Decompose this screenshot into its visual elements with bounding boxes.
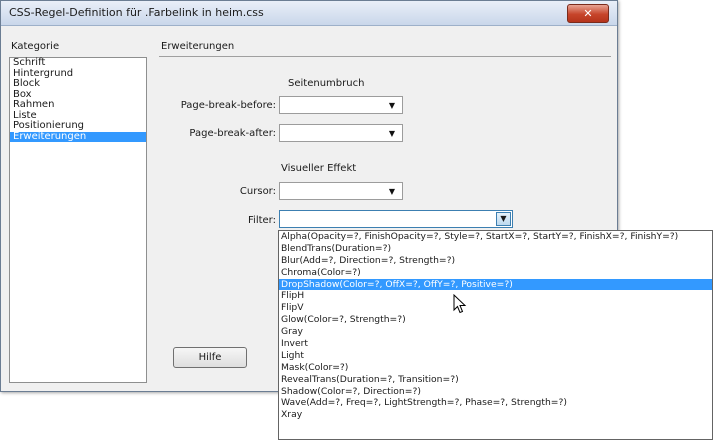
- category-heading: Kategorie: [11, 41, 60, 52]
- filter-option[interactable]: Alpha(Opacity=?, FinishOpacity=?, Style=…: [279, 231, 712, 243]
- close-button[interactable]: ✕: [567, 4, 609, 23]
- help-label: Hilfe: [198, 352, 222, 363]
- category-item-positionierung[interactable]: Positionierung: [10, 120, 146, 132]
- page-break-before-label: Page-break-before:: [180, 100, 276, 111]
- filter-label: Filter:: [248, 215, 276, 226]
- page-break-before-select[interactable]: ▼: [279, 96, 403, 114]
- filter-option[interactable]: Blur(Add=?, Direction=?, Strength=?): [279, 255, 712, 267]
- title-bar: CSS-Regel-Definition für .Farbelink in h…: [1, 1, 617, 26]
- page-break-after-label: Page-break-after:: [189, 128, 276, 139]
- filter-option[interactable]: Light: [279, 350, 712, 362]
- close-icon: ✕: [583, 7, 593, 20]
- filter-option[interactable]: Shadow(Color=?, Direction=?): [279, 386, 712, 398]
- filter-option[interactable]: FlipH: [279, 290, 712, 302]
- section-divider: [159, 56, 611, 57]
- filter-option[interactable]: Glow(Color=?, Strength=?): [279, 314, 712, 326]
- filter-option[interactable]: FlipV: [279, 302, 712, 314]
- chevron-down-icon: ▼: [388, 129, 395, 138]
- page-break-after-select[interactable]: ▼: [279, 124, 403, 142]
- help-button[interactable]: Hilfe: [173, 347, 247, 368]
- filter-option[interactable]: Mask(Color=?): [279, 362, 712, 374]
- section-title: Erweiterungen: [161, 41, 235, 52]
- cursor-label: Cursor:: [239, 186, 276, 197]
- filter-dropdown-list[interactable]: Alpha(Opacity=?, FinishOpacity=?, Style=…: [278, 230, 713, 440]
- filter-select[interactable]: ▼: [279, 210, 513, 228]
- page-break-group-label: Seitenumbruch: [288, 78, 365, 89]
- category-item-rahmen[interactable]: Rahmen: [10, 99, 146, 111]
- filter-option[interactable]: Gray: [279, 326, 712, 338]
- chevron-down-icon: ▼: [388, 187, 395, 196]
- filter-option[interactable]: Chroma(Color=?): [279, 267, 712, 279]
- category-item-schrift[interactable]: Schrift: [10, 57, 146, 69]
- category-item-erweiterungen[interactable]: Erweiterungen: [10, 131, 146, 142]
- window-title: CSS-Regel-Definition für .Farbelink in h…: [9, 6, 264, 19]
- filter-option[interactable]: Xray: [279, 409, 712, 421]
- chevron-down-icon: ▼: [388, 101, 395, 110]
- filter-option[interactable]: Invert: [279, 338, 712, 350]
- filter-option[interactable]: Wave(Add=?, Freq=?, LightStrength=?, Pha…: [279, 397, 712, 409]
- mouse-pointer-icon: [453, 294, 467, 314]
- filter-option-highlighted[interactable]: DropShadow(Color=?, OffX=?, OffY=?, Posi…: [279, 278, 712, 291]
- visual-effect-group-label: Visueller Effekt: [281, 163, 357, 174]
- category-item-block[interactable]: Block: [10, 78, 146, 90]
- category-list[interactable]: Schrift Hintergrund Block Box Rahmen Lis…: [9, 57, 147, 383]
- cursor-select[interactable]: ▼: [279, 182, 403, 200]
- filter-option[interactable]: BlendTrans(Duration=?): [279, 243, 712, 255]
- filter-option[interactable]: RevealTrans(Duration=?, Transition=?): [279, 374, 712, 386]
- chevron-down-icon[interactable]: ▼: [496, 212, 511, 226]
